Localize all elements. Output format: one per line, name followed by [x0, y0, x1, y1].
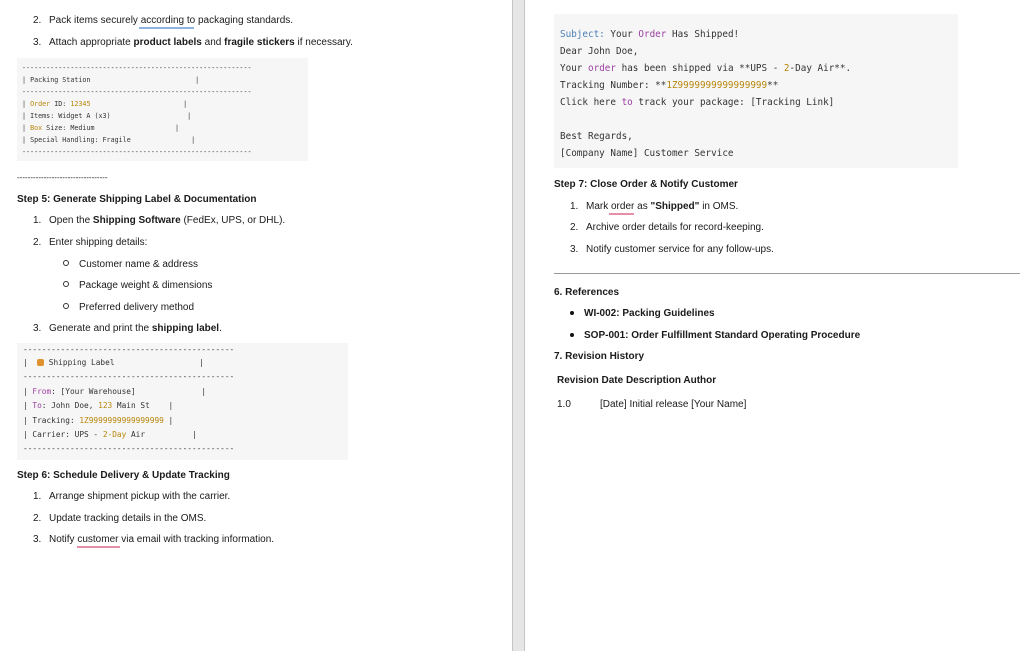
code-line: | To: John Doe, 123 Main St |	[23, 401, 174, 410]
list-item: 2. Update tracking details in the OMS.	[33, 513, 207, 524]
table-header-description: Description	[625, 375, 681, 386]
packing-station-code-block: ----------------------------------------…	[17, 58, 308, 161]
code-line: Dear John Doe,	[560, 46, 639, 57]
code-line: Subject: Your Order Has Shipped!	[560, 29, 740, 40]
step7-heading: Step 7: Close Order & Notify Customer	[554, 179, 738, 190]
code-line: | Carrier: UPS - 2-Day Air |	[23, 430, 197, 439]
list-item: 3. Attach appropriate product labels and …	[33, 37, 353, 48]
spellcheck-word: customer	[77, 534, 119, 545]
list-item: 1. Mark order as "Shipped" in OMS.	[570, 201, 739, 212]
document-page-right: Subject: Your Order Has Shipped! Dear Jo…	[525, 0, 1029, 651]
code-line: Tracking Number: **1Z9999999999999999**	[560, 80, 779, 91]
table-row: 1.0 [Date] Initial release [Your Name]	[557, 399, 747, 410]
list-item: 2. Archive order details for record-keepi…	[570, 222, 764, 233]
step6-heading: Step 6: Schedule Delivery & Update Track…	[17, 470, 230, 481]
bullet-icon	[570, 311, 574, 315]
code-line: Click here to track your package: [Track…	[560, 97, 835, 108]
step5-heading: Step 5: Generate Shipping Label & Docume…	[17, 194, 257, 205]
code-line: [Company Name] Customer Service	[560, 148, 734, 159]
code-line: | Shipping Label |	[23, 358, 204, 367]
grammar-underline	[139, 27, 194, 29]
sub-list-item: Customer name & address	[63, 258, 198, 271]
list-item: 2. Pack items securely according to packa…	[33, 15, 294, 26]
spellcheck-underline	[77, 546, 120, 548]
table-header-row: Revision Date Description Author	[557, 374, 716, 387]
separator-line: ----------------------------------	[17, 173, 108, 182]
bullet-icon	[63, 303, 69, 309]
list-item: 1. Arrange shipment pickup with the carri…	[33, 491, 231, 502]
code-line: | Tracking: 1Z9999999999999999 |	[23, 416, 174, 425]
bullet-icon	[570, 333, 574, 337]
table-header-date: Date	[601, 375, 624, 386]
list-item: 3. Notify customer via email with trackin…	[33, 534, 275, 545]
revision-heading: 7. Revision History	[554, 351, 645, 362]
list-item: 3. Generate and print the shipping label.	[33, 323, 222, 334]
code-line: | Items: Widget A (x3) |	[22, 112, 192, 120]
table-header-revision: Revision	[557, 375, 599, 386]
list-item: 1. Open the Shipping Software (FedEx, UPS…	[33, 215, 286, 226]
bullet-icon	[63, 260, 69, 266]
bullet-icon	[63, 281, 69, 287]
spellcheck-word: order	[611, 201, 635, 212]
sub-list-item: Package weight & dimensions	[63, 279, 212, 292]
package-icon	[37, 359, 45, 366]
list-item: WI-002: Packing Guidelines	[570, 307, 715, 320]
code-line: | Order ID: 12345 |	[22, 100, 188, 108]
sub-list-item: Preferred delivery method	[63, 301, 194, 314]
shipping-label-code-block: ----------------------------------------…	[17, 343, 348, 460]
code-line: | Packing Station |	[22, 76, 200, 84]
references-heading: 6. References	[554, 287, 620, 298]
list-item: 3. Notify customer service for any follow…	[570, 244, 774, 255]
table-header-author: Author	[683, 375, 717, 386]
code-line: Your order has been shipped via **UPS - …	[560, 63, 852, 74]
spellcheck-underline	[609, 213, 634, 215]
email-code-block: Subject: Your Order Has Shipped! Dear Jo…	[554, 14, 958, 168]
list-item: SOP-001: Order Fulfillment Standard Oper…	[570, 329, 860, 342]
code-line: | Special Handling: Fragile |	[22, 136, 196, 144]
code-line: | Box Size: Medium |	[22, 124, 180, 132]
document-page-left: 2. Pack items securely according to packa…	[0, 0, 512, 651]
list-item: 2. Enter shipping details:	[33, 237, 148, 248]
horizontal-rule	[554, 273, 1020, 274]
code-line: Best Regards,	[560, 131, 633, 142]
page-gutter	[512, 0, 525, 651]
code-line: | From: [Your Warehouse] |	[23, 387, 207, 396]
spellcheck-word: according to	[140, 15, 196, 26]
